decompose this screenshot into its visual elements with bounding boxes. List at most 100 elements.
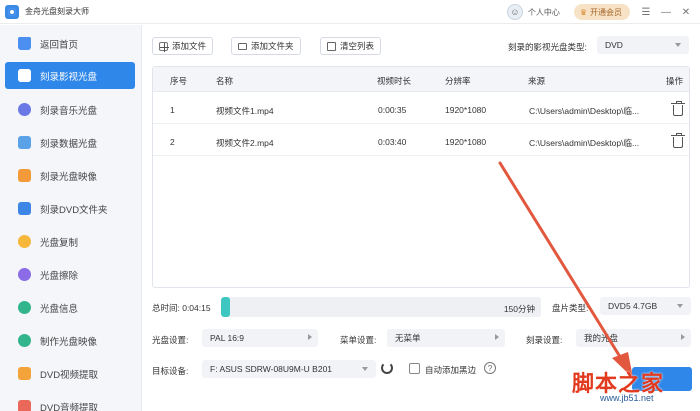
vip-button-label: 开通会员 <box>590 7 622 17</box>
dvd-audio-extract-icon <box>18 400 31 411</box>
sidebar-item-burn-dvd-folder[interactable]: 刻录DVD文件夹 <box>5 195 135 222</box>
sidebar-item-label: DVD音频提取 <box>40 402 99 411</box>
title-bar: 金舟光盘刻录大师 ☺ 个人中心 ♛ 开通会员 ☰ — ✕ <box>0 0 700 24</box>
sidebar-item-disc-erase[interactable]: 光盘擦除 <box>5 261 135 288</box>
row-source: C:\Users\admin\Desktop\临... <box>529 138 640 148</box>
clear-list-icon <box>327 41 336 51</box>
row-duration: 0:03:40 <box>378 137 407 147</box>
video-disc-icon <box>18 69 31 82</box>
music-disc-icon <box>18 103 31 116</box>
user-center-link[interactable]: 个人中心 <box>528 7 560 18</box>
add-file-button[interactable]: 添加文件 <box>152 37 214 55</box>
vip-button[interactable]: ♛ 开通会员 <box>573 4 630 20</box>
data-disc-icon <box>18 136 31 149</box>
help-icon[interactable]: ? <box>484 362 496 374</box>
add-folder-button[interactable]: 添加文件夹 <box>231 37 301 55</box>
file-table: 序号 名称 视频时长 分辨率 来源 操作 1 视频文件1.mp4 0:00:35… <box>152 66 690 288</box>
sidebar-item-burn-data[interactable]: 刻录数据光盘 <box>5 129 135 156</box>
row-duration: 0:00:35 <box>378 105 407 115</box>
trash-icon[interactable] <box>671 133 685 148</box>
clear-list-label: 清空列表 <box>340 41 375 51</box>
sidebar-item-dvd-audio-extract[interactable]: DVD音频提取 <box>5 393 135 411</box>
disc-size-select[interactable]: DVD5 4.7GB <box>600 297 691 315</box>
menu-setting-value: 无菜单 <box>395 333 421 343</box>
sidebar-item-label: 光盘擦除 <box>40 270 79 282</box>
sidebar-item-disc-copy[interactable]: 光盘复制 <box>5 228 135 255</box>
menu-setting-label: 菜单设置: <box>340 335 377 345</box>
sidebar-item-label: 制作光盘映像 <box>40 336 98 348</box>
image-disc-icon <box>18 169 31 182</box>
table-row[interactable]: 2 视频文件2.mp4 0:03:40 1920*1080 C:\Users\a… <box>153 126 689 156</box>
chevron-right-icon <box>308 334 312 340</box>
disc-type-value: DVD <box>605 40 623 50</box>
refresh-icon[interactable] <box>381 362 393 374</box>
capacity-fill <box>221 297 230 317</box>
sidebar-item-label: 刻录光盘映像 <box>40 171 98 183</box>
disc-type-select[interactable]: DVD <box>597 36 689 54</box>
disc-setting-value: PAL 16:9 <box>210 333 245 343</box>
add-file-label: 添加文件 <box>172 41 207 51</box>
sidebar-item-label: 刻录音乐光盘 <box>40 105 98 117</box>
sidebar-item-label: DVD视频提取 <box>40 369 99 381</box>
sidebar-item-label: 刻录DVD文件夹 <box>40 204 108 216</box>
watermark-url: www.jb51.net <box>600 393 654 403</box>
disc-setting-select[interactable]: PAL 16:9 <box>202 329 318 347</box>
burn-setting-value: 我的光盘 <box>584 333 619 343</box>
menu-icon[interactable]: ☰ <box>636 7 656 18</box>
sidebar-item-home[interactable]: 返回首页 <box>5 30 135 57</box>
chevron-right-icon <box>681 334 685 340</box>
sidebar: 返回首页 刻录影视光盘 刻录音乐光盘 刻录数据光盘 刻录光盘映像 刻录DVD文件… <box>0 25 142 411</box>
target-device-value: F: ASUS SDRW-08U9M-U B201 <box>210 364 333 374</box>
table-row[interactable]: 1 视频文件1.mp4 0:00:35 1920*1080 C:\Users\a… <box>153 94 689 124</box>
add-file-icon <box>159 41 169 52</box>
disc-erase-icon <box>18 268 31 281</box>
sidebar-item-dvd-video-extract[interactable]: DVD视频提取 <box>5 360 135 387</box>
header-action: 操作 <box>666 76 684 86</box>
disc-info-icon <box>18 301 31 314</box>
burn-setting-select[interactable]: 我的光盘 <box>576 329 691 347</box>
auto-black-border-label: 自动添加黑边 <box>425 365 477 375</box>
user-avatar-icon[interactable]: ☺ <box>506 4 523 20</box>
disc-type-label: 刻录的影视光盘类型: <box>508 42 587 52</box>
auto-black-border-checkbox[interactable] <box>409 363 420 374</box>
dvd-video-extract-icon <box>18 367 31 380</box>
add-folder-label: 添加文件夹 <box>251 41 294 51</box>
folder-icon <box>238 42 247 50</box>
row-index: 2 <box>170 137 175 147</box>
row-resolution: 1920*1080 <box>445 137 487 147</box>
clear-list-button[interactable]: 清空列表 <box>320 37 382 55</box>
disc-setting-label: 光盘设置: <box>152 335 189 345</box>
chevron-down-icon <box>675 43 681 47</box>
sidebar-item-burn-music[interactable]: 刻录音乐光盘 <box>5 96 135 123</box>
sidebar-item-label: 返回首页 <box>40 39 79 51</box>
home-icon <box>18 37 31 50</box>
sidebar-item-burn-image[interactable]: 刻录光盘映像 <box>5 162 135 189</box>
sidebar-item-burn-video[interactable]: 刻录影视光盘 <box>5 62 135 89</box>
close-icon[interactable]: ✕ <box>676 7 696 18</box>
disc-size-label: 盘片类型: <box>552 303 589 313</box>
disc-copy-icon <box>18 235 31 248</box>
row-source: C:\Users\admin\Desktop\临... <box>529 106 640 116</box>
sidebar-item-disc-info[interactable]: 光盘信息 <box>5 294 135 321</box>
crown-icon: ♛ <box>579 7 587 17</box>
minimize-icon[interactable]: — <box>656 7 676 18</box>
header-source: 来源 <box>528 76 546 86</box>
header-duration: 视频时长 <box>377 76 412 86</box>
sidebar-item-make-image[interactable]: 制作光盘映像 <box>5 327 135 354</box>
header-index: 序号 <box>170 76 188 86</box>
header-name: 名称 <box>216 76 234 86</box>
watermark: 脚本之家 www.jb51.net <box>562 362 698 408</box>
sidebar-item-label: 刻录影视光盘 <box>40 71 98 83</box>
disc-size-value: DVD5 4.7GB <box>608 301 658 311</box>
target-device-select[interactable]: F: ASUS SDRW-08U9M-U B201 <box>202 360 376 378</box>
table-header: 序号 名称 视频时长 分辨率 来源 操作 <box>153 67 689 92</box>
header-resolution: 分辨率 <box>445 76 471 86</box>
sidebar-item-label: 光盘信息 <box>40 303 79 315</box>
capacity-max-label: 150分钟 <box>503 304 535 314</box>
capacity-bar: 150分钟 <box>221 297 541 317</box>
trash-icon[interactable] <box>671 101 685 116</box>
dvd-folder-icon <box>18 202 31 215</box>
menu-setting-select[interactable]: 无菜单 <box>387 329 505 347</box>
app-logo-icon <box>5 4 19 19</box>
make-image-icon <box>18 334 31 347</box>
